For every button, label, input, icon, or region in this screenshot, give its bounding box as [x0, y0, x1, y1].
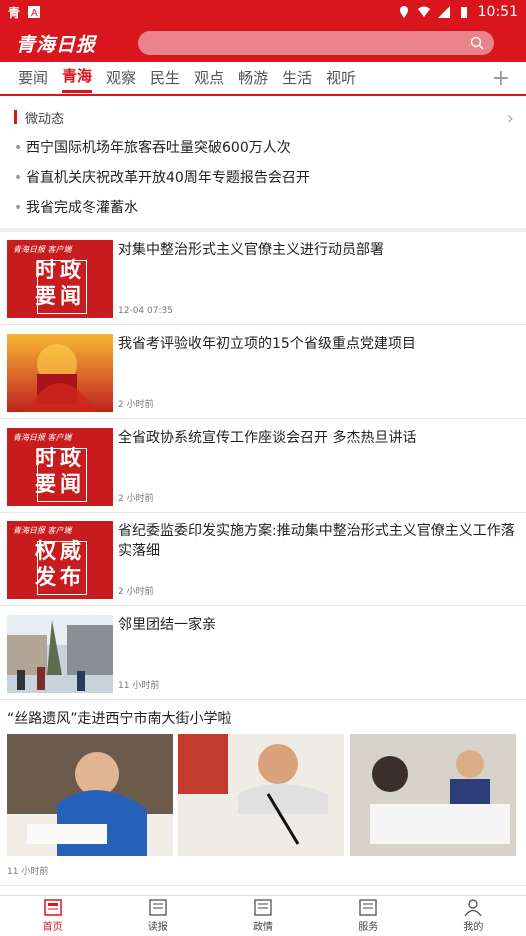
news-thumbnail: 青海日报 客户端 时政要闻 — [7, 240, 113, 318]
chevron-right-icon[interactable]: › — [507, 108, 514, 129]
gallery-image — [178, 734, 344, 856]
gallery-time: 11 小时前 — [7, 867, 49, 877]
gallery-title: “丝路遗风”走进西宁市南大街小学啦 — [7, 711, 232, 727]
status-bar: 青 A 10:51 — [0, 0, 526, 24]
newspaper-icon — [359, 899, 377, 916]
tab-shiting[interactable]: 视听 — [326, 63, 356, 93]
news-title: 对集中整治形式主义官僚主义进行动员部署 — [118, 242, 384, 258]
search-icon[interactable] — [470, 36, 484, 50]
a-icon: A — [28, 6, 41, 18]
news-time: 2 小时前 — [118, 400, 154, 410]
news-thumbnail: 青海日报 客户端 权威发布 — [7, 521, 113, 599]
bullet-icon: • — [14, 200, 23, 216]
nav-profile[interactable]: 我的 — [421, 896, 526, 936]
tab-minsheng[interactable]: 民生 — [150, 63, 180, 93]
newspaper-icon — [254, 899, 272, 916]
home-icon — [43, 899, 62, 916]
micro-news-item[interactable]: • 我省完成冬灌蓄水 — [14, 196, 310, 226]
search-input[interactable] — [138, 31, 494, 55]
nav-politics[interactable]: 政情 — [210, 896, 315, 936]
category-tabs: 要闻 青海 观察 民生 观点 畅游 生活 视听 + — [0, 62, 526, 96]
news-thumbnail: 青海日报 客户端 时政要闻 — [7, 428, 113, 506]
micro-news-title: 微动态 — [25, 111, 65, 127]
app-logo[interactable]: 青海日报 — [16, 30, 116, 57]
news-title: 全省政协系统宣传工作座谈会召开 多杰热旦讲话 — [118, 430, 417, 446]
nav-read-paper[interactable]: 读报 — [105, 896, 210, 936]
gallery-news-item[interactable]: “丝路遗风”走进西宁市南大街小学啦 11 小时前 — [0, 700, 526, 886]
gallery-image — [350, 734, 516, 856]
gallery-image — [7, 734, 173, 856]
tab-guancha[interactable]: 观察 — [106, 63, 136, 93]
wifi-icon — [417, 6, 430, 17]
news-item[interactable]: 我省考评验收年初立项的15个省级重点党建项目 2 小时前 — [0, 326, 526, 419]
svg-text:A: A — [31, 8, 38, 18]
news-time: 11 小时前 — [118, 681, 160, 691]
add-tab-icon[interactable]: + — [492, 66, 510, 91]
tab-guandian[interactable]: 观点 — [194, 63, 224, 93]
tab-shenghuo[interactable]: 生活 — [282, 63, 312, 93]
tab-changyou[interactable]: 畅游 — [238, 63, 268, 93]
news-title: 邻里团结一家亲 — [118, 617, 216, 633]
micro-news-section: 微动态 › • 西宁国际机场年旅客吞吐量突破600万人次 • 省直机关庆祝改革开放4… — [0, 100, 526, 230]
tab-qinghai[interactable]: 青海 — [62, 63, 93, 93]
section-marker — [14, 110, 17, 124]
micro-news-list: • 西宁国际机场年旅客吞吐量突破600万人次 • 省直机关庆祝改革开放40周年专题报… — [14, 136, 310, 226]
news-item[interactable]: 青海日报 客户端 时政要闻 对集中整治形式主义官僚主义进行动员部署 12-04 … — [0, 232, 526, 325]
user-icon — [464, 899, 482, 916]
micro-news-item[interactable]: • 西宁国际机场年旅客吞吐量突破600万人次 — [14, 136, 310, 166]
news-item[interactable]: 青海日报 客户端 时政要闻 全省政协系统宣传工作座谈会召开 多杰热旦讲话 2 小… — [0, 420, 526, 513]
bullet-icon: • — [14, 140, 23, 156]
news-time: 12-04 07:35 — [118, 306, 173, 316]
app-notification-icon: 青 — [8, 5, 21, 20]
news-thumbnail — [7, 615, 113, 693]
location-icon — [399, 6, 408, 18]
micro-news-item[interactable]: • 省直机关庆祝改革开放40周年专题报告会召开 — [14, 166, 310, 196]
news-thumbnail — [7, 334, 113, 412]
tab-yaowen[interactable]: 要闻 — [18, 63, 48, 93]
bullet-icon: • — [14, 170, 23, 186]
status-time: 10:51 — [477, 4, 518, 20]
micro-news-header[interactable]: 微动态 › — [14, 106, 514, 129]
nav-home[interactable]: 首页 — [0, 896, 105, 936]
news-time: 2 小时前 — [118, 494, 154, 504]
news-item[interactable]: 邻里团结一家亲 11 小时前 — [0, 607, 526, 700]
app-header: 青海日报 — [0, 24, 526, 62]
battery-icon — [460, 7, 467, 18]
nav-service[interactable]: 服务 — [316, 896, 421, 936]
newspaper-icon — [149, 899, 167, 916]
news-item[interactable]: 青海日报 客户端 权威发布 省纪委监委印发实施方案:推动集中整治形式主义官僚主义… — [0, 513, 526, 606]
signal-icon — [437, 6, 450, 18]
news-title: 我省考评验收年初立项的15个省级重点党建项目 — [118, 336, 416, 352]
bottom-navigation: 首页 读报 政情 服务 我的 — [0, 895, 526, 936]
news-title: 省纪委监委印发实施方案:推动集中整治形式主义官僚主义工作落实落细 — [118, 523, 515, 559]
news-time: 2 小时前 — [118, 587, 154, 597]
